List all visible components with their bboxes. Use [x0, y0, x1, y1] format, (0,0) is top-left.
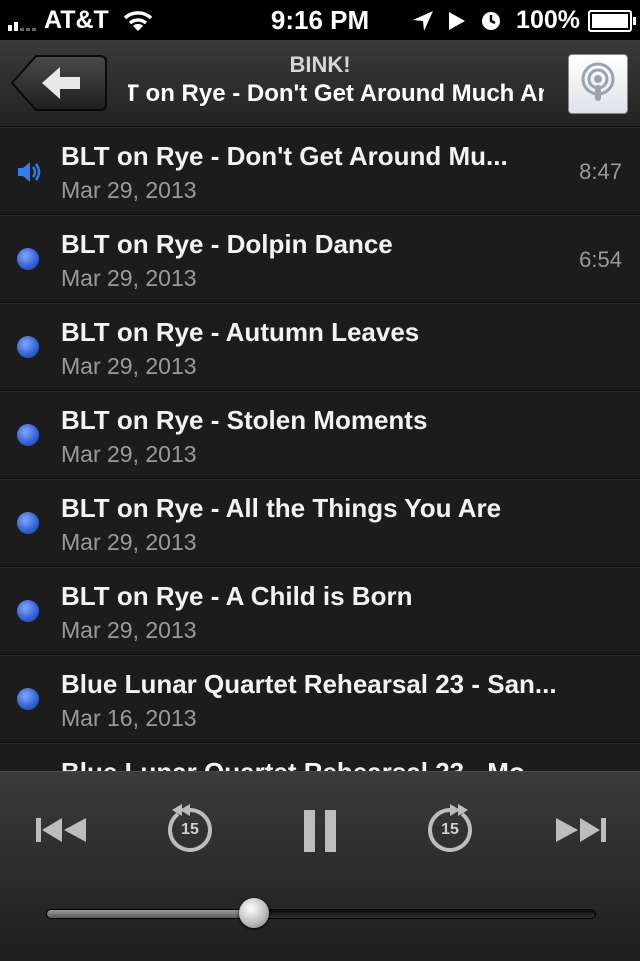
skip-forward-seconds: 15: [441, 821, 459, 838]
episode-title: BLT on Rye - Dolpin Dance: [61, 229, 393, 259]
skip-back-15-button[interactable]: 15: [164, 804, 216, 856]
episode-date: Mar 29, 2013: [61, 441, 197, 467]
episode-title: BLT on Rye - Don't Get Around Mu...: [61, 141, 508, 171]
unplayed-dot-icon: [17, 688, 39, 710]
episode-title: BLT on Rye - All the Things You Are: [61, 493, 502, 523]
episode-date: Mar 16, 2013: [61, 705, 197, 731]
progress-slider[interactable]: [46, 909, 596, 919]
episode-duration: 6:54: [579, 247, 622, 272]
episode-row[interactable]: BLT on Rye - Dolpin Dance Mar 29, 2013 6…: [0, 215, 640, 303]
nav-bar: BINK! BLT on Rye - Don't Get Around Much…: [0, 40, 640, 127]
episode-duration: 8:47: [579, 159, 622, 184]
episode-row[interactable]: BLT on Rye - A Child is Born Mar 29, 201…: [0, 567, 640, 655]
unplayed-dot-icon: [17, 336, 39, 358]
episode-row[interactable]: BLT on Rye - Autumn Leaves Mar 29, 2013: [0, 303, 640, 391]
alarm-icon: [482, 11, 501, 30]
podcast-icon: [581, 62, 615, 101]
episode-date: Mar 29, 2013: [61, 177, 197, 203]
now-playing-speaker-icon: [18, 162, 41, 182]
skip-back-seconds: 15: [181, 821, 199, 838]
episode-date: Mar 29, 2013: [61, 529, 197, 555]
episode-row[interactable]: Blue Lunar Quartet Rehearsal 23 - San...…: [0, 655, 640, 743]
progress-thumb[interactable]: [239, 898, 270, 928]
pause-icon[interactable]: [302, 808, 338, 854]
battery-fill: [592, 13, 628, 28]
playback-controls: 15 15: [0, 771, 640, 961]
play-icon: [449, 11, 466, 30]
podcast-title: BINK!: [289, 52, 351, 77]
episode-date: Mar 29, 2013: [61, 265, 197, 291]
now-playing-text: BLT on Rye - Don't Get Around Much Anymo…: [128, 80, 544, 107]
skip-forward-15-button[interactable]: 15: [424, 804, 476, 856]
unplayed-dot-icon: [17, 424, 39, 446]
episode-title: BLT on Rye - Autumn Leaves: [61, 317, 420, 347]
episode-list[interactable]: BLT on Rye - Don't Get Around Mu... Mar …: [0, 127, 640, 771]
artwork-button[interactable]: [568, 54, 628, 114]
back-button[interactable]: [10, 54, 108, 112]
location-icon: [413, 10, 434, 31]
unplayed-dot-icon: [17, 512, 39, 534]
unplayed-dot-icon: [17, 248, 39, 270]
episode-row[interactable]: BLT on Rye - All the Things You Are Mar …: [0, 479, 640, 567]
status-bar: AT&T 9:16 PM 100%: [0, 0, 640, 40]
episode-title: BLT on Rye - Stolen Moments: [61, 405, 428, 435]
episode-row[interactable]: BLT on Rye - Stolen Moments Mar 29, 2013: [0, 391, 640, 479]
episode-title: Blue Lunar Quartet Rehearsal 23 - Mo...: [61, 757, 561, 771]
episode-row[interactable]: BLT on Rye - Don't Get Around Mu... Mar …: [0, 127, 640, 215]
episode-title: Blue Lunar Quartet Rehearsal 23 - San...: [61, 669, 557, 699]
progress-fill: [47, 910, 256, 918]
previous-icon[interactable]: [34, 816, 88, 844]
episode-title: BLT on Rye - A Child is Born: [61, 581, 413, 611]
episode-date: Mar 29, 2013: [61, 353, 197, 379]
now-playing-title: BLT on Rye - Don't Get Around Much Anymo…: [128, 80, 544, 108]
next-icon[interactable]: [554, 816, 608, 844]
episode-row[interactable]: Blue Lunar Quartet Rehearsal 23 - Mo...: [0, 743, 640, 771]
episode-date: Mar 29, 2013: [61, 617, 197, 643]
unplayed-dot-icon: [17, 600, 39, 622]
status-right: 100%: [412, 6, 636, 35]
battery-icon: [588, 9, 636, 32]
battery-percent: 100%: [516, 6, 580, 34]
